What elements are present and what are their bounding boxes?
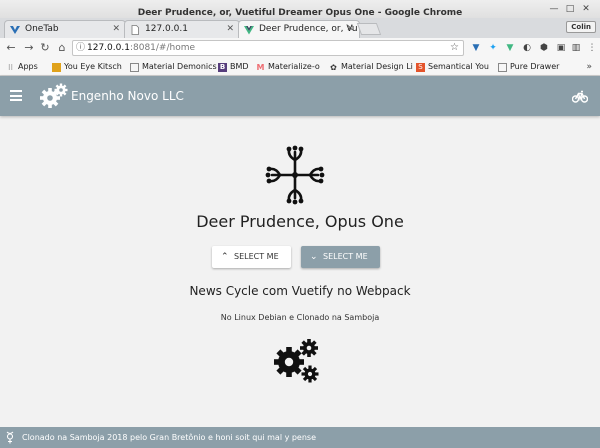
bookmark-pure-drawer[interactable]: Pure Drawer [498, 58, 559, 76]
bookmark-label: You Eye Kitsch [64, 62, 122, 71]
address-bar[interactable]: ⓘ 127.0.0.1:8081/#/home ☆ [72, 40, 464, 56]
bookmark-materialize[interactable]: M Materialize-o [256, 58, 320, 76]
browser-toolbar: ← → ↻ ⌂ ⓘ 127.0.0.1:8081/#/home ☆ ▼ ✦ ▼ … [0, 38, 600, 58]
bookmark-icon [52, 63, 61, 72]
onetab-extension-icon[interactable]: ▼ [470, 42, 482, 54]
window-title: Deer Prudence, or, Vuetiful Dreamer Opus… [137, 8, 463, 18]
page-icon [130, 63, 139, 72]
mercury-icon [6, 431, 14, 444]
bookmark-material-design-icons[interactable]: ✿ Material Design Li [329, 58, 413, 76]
tab-localhost[interactable]: 127.0.0.1 ✕ [124, 20, 240, 38]
materialize-icon: M [256, 63, 265, 72]
back-icon[interactable]: ← [4, 41, 18, 55]
app-toolbar: Engenho Novo LLC [0, 76, 600, 116]
bookmark-star-icon[interactable]: ☆ [450, 41, 459, 55]
tab-close-icon[interactable]: ✕ [346, 21, 354, 38]
bookmarks-overflow-icon[interactable]: » [586, 58, 592, 76]
mdi-icon: ✿ [330, 63, 337, 72]
extension-icon[interactable]: ◐ [521, 42, 533, 54]
tab-close-icon[interactable]: ✕ [112, 21, 120, 38]
footer-text: Clonado na Samboja 2018 pelo Gran Bretôn… [22, 433, 317, 442]
new-tab-button[interactable] [356, 23, 382, 35]
bookmark-bmd[interactable]: B BMD [218, 58, 249, 76]
main-content: Deer Prudence, Opus One ⌃ Select Me ⌄ Se… [0, 116, 600, 427]
vue-icon [244, 26, 254, 35]
gears-icon [40, 83, 68, 108]
bookmark-label: Material Design Li [341, 62, 413, 71]
bookmark-label: BMD [230, 62, 249, 71]
bmd-icon: B [218, 63, 227, 72]
tab-label: Deer Prudence, or, Vu [259, 24, 358, 34]
twitter-extension-icon[interactable]: ✦ [487, 42, 499, 54]
minimize-icon[interactable]: — [548, 3, 560, 15]
bookmark-label: Pure Drawer [510, 62, 560, 71]
page-headline: Deer Prudence, Opus One [196, 212, 404, 231]
tab-active[interactable]: Deer Prudence, or, Vu ✕ [238, 20, 360, 38]
bookmark-apps[interactable]: ⁝⁝ Apps [6, 58, 38, 76]
semantic-icon: S [416, 63, 425, 72]
bookmark-material-demonics[interactable]: Material Demonics [130, 58, 217, 76]
bookmark-label: Semantical You [428, 62, 489, 71]
extension-icon[interactable]: ▥ [570, 42, 582, 54]
forward-icon[interactable]: → [22, 41, 36, 55]
bookmark-label: Apps [18, 62, 38, 71]
bookmarks-bar: ⁝⁝ Apps You Eye Kitsch Material Demonics… [0, 58, 600, 76]
window-titlebar: Deer Prudence, or, Vuetiful Dreamer Opus… [0, 0, 600, 18]
caption: No Linux Debian e Clonado na Samboja [220, 313, 380, 322]
bicycle-icon[interactable] [572, 88, 588, 104]
maximize-icon[interactable]: □ [564, 3, 576, 15]
bookmark-label: Material Demonics [142, 62, 217, 71]
tab-label: 127.0.0.1 [145, 24, 188, 34]
tab-label: OneTab [25, 24, 59, 34]
extension-icon[interactable]: ▣ [555, 42, 567, 54]
info-icon[interactable]: ⓘ [76, 41, 85, 55]
url-host: 127.0.0.1 [87, 43, 130, 53]
tab-strip: OneTab ✕ 127.0.0.1 ✕ Deer Prudence, or, … [0, 18, 600, 38]
page-icon [498, 63, 507, 72]
menu-icon[interactable]: ⋮ [586, 42, 598, 54]
chevron-down-icon: ⌄ [310, 252, 318, 262]
vue-devtools-icon[interactable]: ▼ [504, 42, 516, 54]
select-me-up-button[interactable]: ⌃ Select Me [212, 246, 291, 268]
profile-button[interactable]: Colin [566, 21, 596, 33]
reload-icon[interactable]: ↻ [38, 41, 52, 55]
subheading: News Cycle com Vuetify no Webpack [189, 284, 411, 298]
tab-close-icon[interactable]: ✕ [226, 21, 234, 38]
app-title: Engenho Novo LLC [71, 89, 184, 103]
hamburger-menu-icon[interactable] [10, 90, 22, 101]
button-label: Select Me [323, 252, 368, 261]
app-footer: Clonado na Samboja 2018 pelo Gran Bretôn… [0, 427, 600, 448]
extension-icon[interactable]: ⬢ [538, 42, 550, 54]
apps-icon: ⁝⁝ [7, 63, 14, 72]
onetab-icon [10, 26, 20, 34]
chevron-up-icon: ⌃ [221, 252, 229, 262]
bookmark-label: Materialize-o [268, 62, 320, 71]
page-icon [131, 25, 139, 35]
bookmark-semantical-you[interactable]: S Semantical You [416, 58, 489, 76]
tab-onetab[interactable]: OneTab ✕ [4, 20, 126, 38]
url-path: :8081/#/home [129, 43, 196, 53]
bookmark-you-eye-kitsch[interactable]: You Eye Kitsch [52, 58, 122, 76]
button-label: Select Me [234, 252, 279, 261]
occitan-cross-icon [265, 145, 325, 205]
home-icon[interactable]: ⌂ [55, 41, 69, 55]
gears-icon [274, 339, 319, 383]
select-me-down-button[interactable]: ⌄ Select Me [301, 246, 380, 268]
close-icon[interactable]: ✕ [580, 3, 592, 15]
